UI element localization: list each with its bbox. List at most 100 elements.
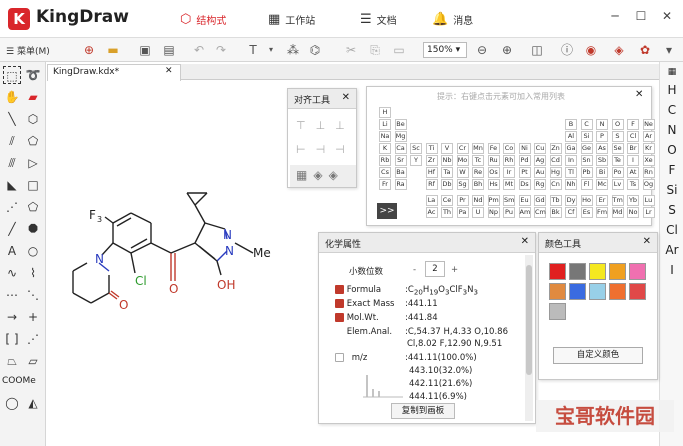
element-cell[interactable]: Hf [425, 167, 438, 178]
element-cell[interactable]: Lr [642, 207, 655, 218]
dashed-bond-icon[interactable]: ⋯ [3, 286, 21, 304]
color-swatch[interactable] [549, 283, 566, 300]
minimize-icon[interactable]: ─ [608, 9, 622, 23]
color-swatch[interactable] [589, 263, 606, 280]
element-button[interactable]: F [660, 160, 683, 180]
document-tab[interactable]: KingDraw.kdx* [47, 64, 181, 81]
element-cell[interactable]: Sr [394, 155, 407, 166]
element-cell[interactable]: Y [410, 155, 422, 166]
element-button[interactable]: H [660, 80, 683, 100]
dotted-line-icon[interactable]: ⋱ [24, 286, 42, 304]
close-icon[interactable]: ✕ [521, 236, 529, 247]
wedge-bond-icon[interactable]: ◣ [3, 176, 21, 194]
element-cell[interactable]: Pm [487, 195, 500, 206]
hexagon-icon[interactable]: ⬡ [24, 110, 42, 128]
elem-anal-checkbox[interactable] [335, 327, 344, 336]
element-cell[interactable]: La [425, 195, 438, 206]
element-cell[interactable]: Ce [441, 195, 453, 206]
element-cell[interactable]: No [627, 207, 639, 218]
redo-icon[interactable]: ↷ [212, 41, 230, 59]
element-cell[interactable]: Zn [549, 143, 562, 154]
element-cell[interactable]: U [472, 207, 484, 218]
element-cell[interactable]: Lu [642, 195, 655, 206]
element-button[interactable]: I [660, 260, 683, 280]
element-button[interactable]: Cl [660, 220, 683, 240]
element-cell[interactable]: Os [487, 167, 500, 178]
mol-wt-row[interactable]: Mol.Wt. [335, 313, 379, 323]
element-cell[interactable]: H [379, 107, 391, 118]
periodic-table-icon[interactable]: ▦ [660, 62, 683, 80]
element-cell[interactable]: Cd [549, 155, 562, 166]
element-cell[interactable]: Ge [580, 143, 593, 154]
element-cell[interactable]: Nh [565, 179, 577, 190]
save-as-icon[interactable]: ▤ [160, 41, 178, 59]
element-cell[interactable]: P [596, 131, 608, 142]
distribute-row[interactable]: ▦◈◈ [290, 165, 356, 187]
element-cell[interactable]: Ta [441, 167, 453, 178]
element-cell[interactable]: Kr [642, 143, 655, 154]
zoom-select[interactable]: 150% ▾ [423, 42, 467, 58]
element-cell[interactable]: Og [642, 179, 655, 190]
element-cell[interactable]: Am [518, 207, 531, 218]
fit-icon[interactable]: ◫ [528, 41, 546, 59]
decimal-minus-button[interactable]: - [413, 265, 416, 275]
color-swatch[interactable] [629, 263, 646, 280]
color-swatch[interactable] [589, 283, 606, 300]
element-cell[interactable]: Np [487, 207, 500, 218]
element-cell[interactable]: Pb [580, 167, 593, 178]
element-cell[interactable]: Mo [456, 155, 469, 166]
undo-icon[interactable]: ↶ [190, 41, 208, 59]
element-cell[interactable]: W [456, 167, 469, 178]
element-cell[interactable]: Bh [472, 179, 484, 190]
copy-icon[interactable]: ⎘ [366, 41, 384, 59]
element-cell[interactable]: Sc [410, 143, 422, 154]
chain-icon[interactable]: ⌇ [24, 264, 42, 282]
element-cell[interactable]: Mc [596, 179, 608, 190]
dash-line-icon[interactable]: ⋰ [24, 330, 42, 348]
tetrahedron-icon[interactable]: ◭ [24, 394, 42, 412]
element-cell[interactable]: B [565, 119, 577, 130]
element-cell[interactable]: Te [611, 155, 624, 166]
element-cell[interactable]: Ho [580, 195, 593, 206]
element-cell[interactable]: Ir [503, 167, 515, 178]
element-cell[interactable]: Gd [534, 195, 546, 206]
element-cell[interactable]: Lv [611, 179, 624, 190]
bracket-icon[interactable]: [ ] [3, 330, 21, 348]
element-cell[interactable]: Rn [642, 167, 655, 178]
image-recognize-icon[interactable]: ✿ [636, 41, 654, 59]
pentagon-icon[interactable]: ⬠ [24, 132, 42, 150]
expand-button[interactable]: >> [377, 203, 397, 219]
elem-anal-row[interactable]: Elem.Anal. [335, 327, 392, 337]
element-cell[interactable]: Re [472, 167, 484, 178]
element-cell[interactable]: Sn [580, 155, 593, 166]
element-cell[interactable]: Ra [394, 179, 407, 190]
element-button[interactable]: Ar [660, 240, 683, 260]
exact-mass-checkbox[interactable] [335, 299, 344, 308]
element-cell[interactable]: K [379, 143, 391, 154]
color-swatch[interactable] [569, 263, 586, 280]
element-cell[interactable]: Ar [642, 131, 655, 142]
element-cell[interactable]: Rf [425, 179, 438, 190]
element-cell[interactable]: Tb [549, 195, 562, 206]
tab-structure[interactable]: ⬡ 结构式 [180, 12, 226, 27]
tab-messages[interactable]: 🔔 消息 [432, 12, 473, 27]
element-cell[interactable]: Fr [379, 179, 391, 190]
close-icon[interactable]: ✕ [342, 92, 350, 103]
element-cell[interactable]: Es [580, 207, 593, 218]
single-bond-icon[interactable]: ╲ [3, 110, 21, 128]
heptagon-icon[interactable]: ⬠ [24, 198, 42, 216]
element-cell[interactable]: F [627, 119, 639, 130]
element-cell[interactable]: Fm [596, 207, 608, 218]
lasso-icon[interactable]: ➰ [24, 66, 42, 84]
scrollbar-thumb[interactable] [526, 265, 532, 375]
align-row-2[interactable]: ⊢⊣⊣ [296, 143, 355, 156]
element-cell[interactable]: Bk [549, 207, 562, 218]
custom-color-button[interactable]: 自定义颜色 [553, 347, 643, 364]
color-swatch[interactable] [609, 283, 626, 300]
cut-icon[interactable]: ✂ [342, 41, 360, 59]
element-cell[interactable]: Mg [394, 131, 407, 142]
element-cell[interactable]: At [627, 167, 639, 178]
close-tab-icon[interactable]: ✕ [165, 66, 173, 76]
element-cell[interactable]: Se [611, 143, 624, 154]
element-cell[interactable]: As [596, 143, 608, 154]
